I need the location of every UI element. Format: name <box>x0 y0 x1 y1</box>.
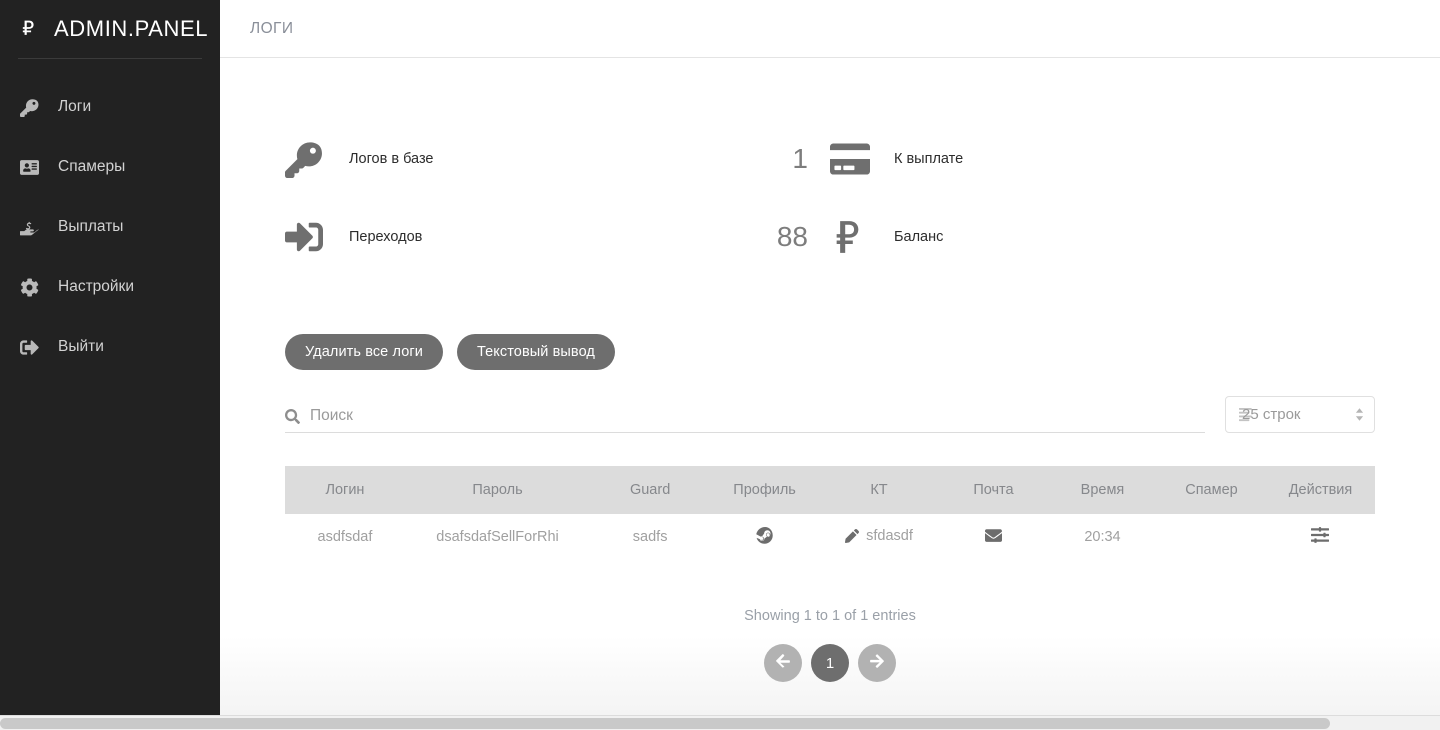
cell-mail[interactable] <box>939 514 1048 560</box>
arrow-left-icon <box>775 653 791 673</box>
cell-spammer <box>1157 514 1266 560</box>
envelope-icon[interactable] <box>985 527 1002 544</box>
pencil-icon[interactable] <box>845 529 859 543</box>
cell-profile[interactable] <box>710 514 819 560</box>
chevron-updown-icon[interactable] <box>1355 408 1364 421</box>
table-header-row: Логин Пароль Guard Профиль КТ Почта Врем… <box>285 466 1375 514</box>
steam-icon[interactable] <box>756 527 773 544</box>
stat-transitions: Переходов 88 <box>285 198 830 276</box>
action-buttons: Удалить все логи Текстовый вывод <box>285 334 1375 370</box>
column-header-password[interactable]: Пароль <box>405 466 590 514</box>
page-title: ЛОГИ <box>250 20 293 38</box>
cell-actions[interactable] <box>1266 514 1375 560</box>
kt-value-group[interactable]: sfdasdf <box>845 528 913 544</box>
rows-per-page-select[interactable]: 25 строк <box>1225 396 1375 433</box>
pagination: 1 <box>285 644 1375 682</box>
sidebar-item-logs[interactable]: Логи <box>0 77 220 137</box>
key-icon <box>18 96 40 118</box>
ruble-icon <box>18 19 40 39</box>
sidebar-item-payouts[interactable]: Выплаты <box>0 197 220 257</box>
stat-value: 88 <box>777 221 830 253</box>
search-field[interactable] <box>285 407 1205 433</box>
sign-in-icon <box>285 218 329 256</box>
logs-table-wrapper: Логин Пароль Guard Профиль КТ Почта Врем… <box>285 466 1375 560</box>
sidebar-item-label: Настройки <box>58 278 134 296</box>
credit-card-icon <box>830 139 874 179</box>
cell-login: asdfsdaf <box>285 514 405 560</box>
cell-time: 20:34 <box>1048 514 1157 560</box>
sidebar-item-spammers[interactable]: Спамеры <box>0 137 220 197</box>
arrow-right-icon <box>869 653 885 673</box>
column-header-kt[interactable]: КТ <box>819 466 939 514</box>
cell-kt[interactable]: sfdasdf <box>819 514 939 560</box>
key-icon <box>285 140 329 178</box>
column-header-spammer[interactable]: Спамер <box>1157 466 1266 514</box>
topbar: ЛОГИ <box>220 0 1440 58</box>
pagination-prev-button[interactable] <box>764 644 802 682</box>
ruble-icon <box>830 218 874 256</box>
stat-balance: Баланс <box>830 198 1375 276</box>
id-card-icon <box>18 156 40 178</box>
logs-table: Логин Пароль Guard Профиль КТ Почта Врем… <box>285 466 1375 560</box>
hand-holding-dollar-icon <box>18 216 40 238</box>
search-input[interactable] <box>310 407 1205 425</box>
stat-label: Логов в базе <box>349 150 434 168</box>
search-row: 25 строк <box>285 396 1375 433</box>
entries-status: Showing 1 to 1 of 1 entries <box>285 608 1375 624</box>
pagination-next-button[interactable] <box>858 644 896 682</box>
cell-guard: sadfs <box>590 514 710 560</box>
pagination-page-button[interactable]: 1 <box>811 644 849 682</box>
sidebar-item-label: Логи <box>58 98 91 116</box>
sidebar-item-logout[interactable]: Выйти <box>0 317 220 377</box>
delete-all-logs-button[interactable]: Удалить все логи <box>285 334 443 370</box>
logs-table-body: asdfsdaf dsafsdafSellForRhi sadfs <box>285 514 1375 560</box>
sidebar-item-label: Выйти <box>58 338 104 356</box>
main-area: ЛОГИ Логов в базе 1 К выплате <box>220 0 1440 715</box>
brand[interactable]: ADMIN.PANEL <box>0 0 220 58</box>
sidebar: ADMIN.PANEL Логи Спамеры Выплаты <box>0 0 220 715</box>
logs-table-head: Логин Пароль Guard Профиль КТ Почта Врем… <box>285 466 1375 514</box>
sidebar-item-label: Спамеры <box>58 158 125 176</box>
brand-title: ADMIN.PANEL <box>54 16 208 42</box>
column-header-time[interactable]: Время <box>1048 466 1157 514</box>
horizontal-scrollbar-thumb[interactable] <box>0 718 1330 729</box>
column-header-login[interactable]: Логин <box>285 466 405 514</box>
sidebar-item-settings[interactable]: Настройки <box>0 257 220 317</box>
column-header-actions[interactable]: Действия <box>1266 466 1375 514</box>
sidebar-nav: Логи Спамеры Выплаты Настройки <box>0 59 220 377</box>
admin-panel-app: ADMIN.PANEL Логи Спамеры Выплаты <box>0 0 1440 730</box>
stat-label: К выплате <box>894 150 963 168</box>
stat-label: Баланс <box>894 228 943 246</box>
column-header-guard[interactable]: Guard <box>590 466 710 514</box>
rows-per-page-value: 25 строк <box>1238 406 1300 423</box>
cell-password: dsafsdafSellForRhi <box>405 514 590 560</box>
text-output-button[interactable]: Текстовый вывод <box>457 334 615 370</box>
stat-logs-in-base: Логов в базе 1 <box>285 120 830 198</box>
stat-label: Переходов <box>349 228 422 246</box>
page-content: Логов в базе 1 К выплате Переходов 88 <box>220 58 1440 715</box>
sidebar-item-label: Выплаты <box>58 218 123 236</box>
column-header-profile[interactable]: Профиль <box>710 466 819 514</box>
sliders-icon[interactable] <box>1311 526 1329 544</box>
stats-grid: Логов в базе 1 К выплате Переходов 88 <box>285 120 1375 276</box>
gear-icon <box>18 276 40 298</box>
table-row: asdfsdaf dsafsdafSellForRhi sadfs <box>285 514 1375 560</box>
stat-value: 1 <box>792 143 830 175</box>
search-icon <box>285 409 300 424</box>
horizontal-scrollbar[interactable] <box>0 715 1440 730</box>
stat-to-payout: К выплате <box>830 120 1375 198</box>
cell-kt-text: sfdasdf <box>866 528 913 544</box>
column-header-mail[interactable]: Почта <box>939 466 1048 514</box>
sign-out-icon <box>18 336 40 358</box>
